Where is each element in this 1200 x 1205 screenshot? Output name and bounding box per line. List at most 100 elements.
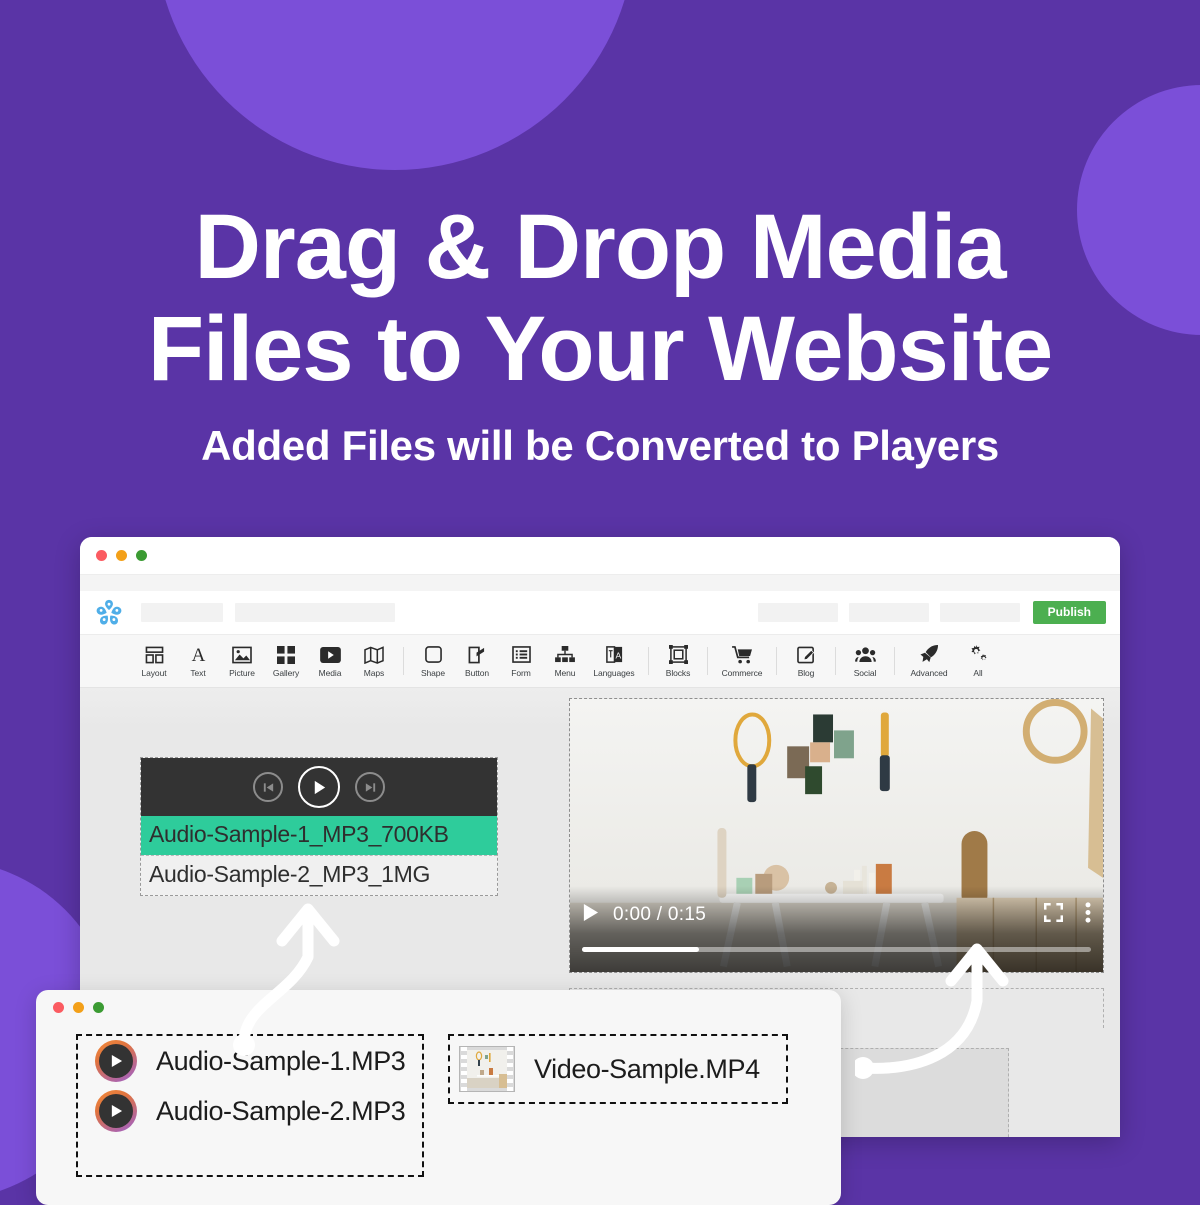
video-player-widget[interactable]: 0:00 / 0:15 xyxy=(569,698,1104,973)
toolbar-label: Maps xyxy=(363,668,385,678)
minimize-button[interactable] xyxy=(73,1001,84,1013)
maximize-button[interactable] xyxy=(93,1001,104,1013)
toolbar-item-shape[interactable]: Shape xyxy=(411,644,455,678)
toolbar-label: Commerce xyxy=(721,668,763,678)
picture-icon xyxy=(232,644,252,665)
toolbar-label: All xyxy=(973,668,983,678)
audio-files-drop-zone[interactable]: Audio-Sample-1.MP3 Audio-Sample-2.MP3 xyxy=(76,1034,424,1177)
video-file-drop-zone[interactable]: Video-Sample.MP4 xyxy=(448,1034,788,1104)
list-item[interactable]: Audio-Sample-1.MP3 xyxy=(78,1036,422,1086)
blog-icon xyxy=(796,644,816,665)
more-options-icon[interactable] xyxy=(1085,902,1091,928)
audio-track-2[interactable]: Audio-Sample-2_MP3_1MG xyxy=(141,855,497,895)
hero-text-block: Drag & Drop Media Files to Your Website … xyxy=(0,196,1200,470)
audio-player-widget[interactable]: Audio-Sample-1_MP3_700KB Audio-Sample-2_… xyxy=(140,757,498,896)
all-icon xyxy=(968,644,989,665)
video-progress-bar[interactable] xyxy=(582,947,1091,952)
toolbar-separator xyxy=(776,647,777,675)
video-play-icon[interactable] xyxy=(582,903,599,927)
minimize-button[interactable] xyxy=(116,550,127,561)
toolbar-label: Shape xyxy=(420,668,446,678)
toolbar-item-languages[interactable]: A Languages xyxy=(587,644,641,678)
toolbar-label: Menu xyxy=(554,668,576,678)
toolbar-item-advanced[interactable]: Advanced xyxy=(902,644,956,678)
maps-icon xyxy=(364,644,384,665)
background-circle-top xyxy=(155,0,635,170)
video-controls-overlay: 0:00 / 0:15 xyxy=(570,886,1103,972)
toolbar-label: Layout xyxy=(141,668,167,678)
toolbar-item-all[interactable]: All xyxy=(956,644,1000,678)
toolbar-item-maps[interactable]: Maps xyxy=(352,644,396,678)
toolbar-label: Gallery xyxy=(272,668,300,678)
form-icon xyxy=(511,644,531,665)
commerce-icon xyxy=(731,644,753,665)
toolbar-item-picture[interactable]: Picture xyxy=(220,644,264,678)
list-item[interactable]: Video-Sample.MP4 xyxy=(450,1036,786,1102)
subheadline: Added Files will be Converted to Players xyxy=(201,422,999,469)
toolbar-separator xyxy=(403,647,404,675)
header-placeholder-4 xyxy=(848,603,929,622)
advanced-icon xyxy=(919,644,939,665)
text-icon: A xyxy=(189,644,208,665)
toolbar-label: Picture xyxy=(229,668,255,678)
toolbar-item-text[interactable]: A Text xyxy=(176,644,220,678)
audio-track-1[interactable]: Audio-Sample-1_MP3_700KB xyxy=(141,816,497,855)
menu-icon xyxy=(555,644,575,665)
close-button[interactable] xyxy=(53,1001,64,1013)
header-placeholder-3 xyxy=(757,603,838,622)
toolbar-item-menu[interactable]: Menu xyxy=(543,644,587,678)
file-name: Video-Sample.MP4 xyxy=(534,1053,760,1084)
play-icon[interactable] xyxy=(298,766,340,808)
toolbar-item-button[interactable]: Button xyxy=(455,644,499,678)
film-strip-icon xyxy=(459,1046,515,1092)
social-icon xyxy=(854,644,876,665)
next-track-icon[interactable] xyxy=(355,772,385,802)
toolbar-label: Social xyxy=(853,668,877,678)
toolbar-item-social[interactable]: Social xyxy=(843,644,887,678)
toolbar-item-form[interactable]: Form xyxy=(499,644,543,678)
toolbar-separator xyxy=(648,647,649,675)
toolbar-label: Blog xyxy=(797,668,815,678)
file-name: Audio-Sample-2.MP3 xyxy=(156,1095,406,1126)
close-button[interactable] xyxy=(96,550,107,561)
audio-play-icon xyxy=(95,1090,137,1132)
toolbar-item-blog[interactable]: Blog xyxy=(784,644,828,678)
files-titlebar xyxy=(36,990,841,1024)
toolbar-separator xyxy=(707,647,708,675)
list-item[interactable]: Audio-Sample-2.MP3 xyxy=(78,1086,422,1136)
toolbar-item-blocks[interactable]: Blocks xyxy=(656,644,700,678)
film-perforation-right xyxy=(507,1047,513,1091)
builder-titlebar xyxy=(80,537,1120,574)
builder-app-header: Publish xyxy=(80,591,1120,635)
header-placeholder-1 xyxy=(141,603,223,622)
languages-icon: A xyxy=(605,644,624,665)
header-placeholder-2 xyxy=(235,603,395,622)
layout-icon xyxy=(145,644,164,665)
fullscreen-icon[interactable] xyxy=(1044,903,1063,927)
toolbar-item-media[interactable]: Media xyxy=(308,644,352,678)
blocks-icon xyxy=(668,644,688,665)
builder-toolbar: Layout A Text Picture Gallery Media Maps… xyxy=(80,635,1120,688)
maximize-button[interactable] xyxy=(136,550,147,561)
audio-player-controls xyxy=(141,758,497,816)
publish-button[interactable]: Publish xyxy=(1032,601,1106,624)
svg-text:A: A xyxy=(191,645,205,664)
previous-track-icon[interactable] xyxy=(253,772,283,802)
toolbar-label: Media xyxy=(318,668,342,678)
headline-line-2: Files to Your Website xyxy=(147,298,1053,400)
audio-play-icon xyxy=(95,1040,137,1082)
toolbar-label: Advanced xyxy=(910,668,948,678)
toolbar-separator xyxy=(835,647,836,675)
site-builder-logo[interactable] xyxy=(94,598,124,628)
headline-line-1: Drag & Drop Media xyxy=(194,196,1006,298)
toolbar-item-layout[interactable]: Layout xyxy=(132,644,176,678)
toolbar-item-gallery[interactable]: Gallery xyxy=(264,644,308,678)
toolbar-item-commerce[interactable]: Commerce xyxy=(715,644,769,678)
svg-text:A: A xyxy=(615,650,621,660)
video-controls-row: 0:00 / 0:15 xyxy=(582,902,1091,928)
toolbar-label: Text xyxy=(190,668,206,678)
shape-icon xyxy=(424,644,442,665)
header-placeholder-5 xyxy=(939,603,1020,622)
video-time-display: 0:00 / 0:15 xyxy=(613,904,707,925)
toolbar-label: Blocks xyxy=(665,668,691,678)
